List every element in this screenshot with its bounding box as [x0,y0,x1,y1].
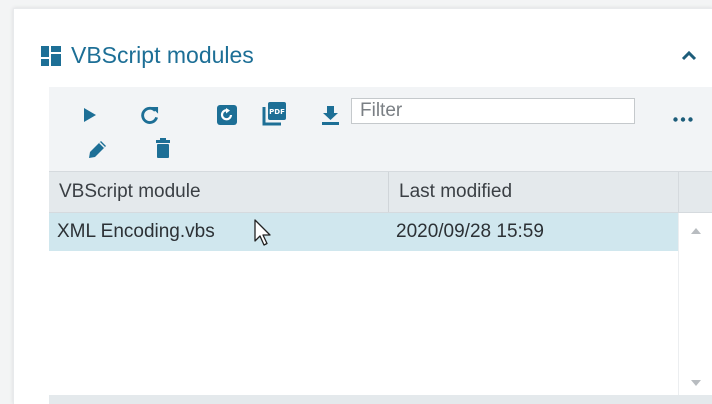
play-icon[interactable] [83,107,97,123]
column-header-module[interactable]: VBScript module [59,172,201,212]
scroll-down-arrow-icon[interactable] [690,379,702,387]
table-header: VBScript module Last modified [49,171,712,213]
toolbar: PDF [49,87,712,171]
svg-text:PDF: PDF [269,108,285,116]
vertical-scrollbar[interactable] [678,213,712,403]
column-header-last-modified[interactable]: Last modified [399,172,512,212]
panel-title: VBScript modules [71,42,254,68]
panel-header: VBScript modules [14,9,712,89]
edit-icon[interactable] [88,139,108,159]
scroll-up-arrow-icon[interactable] [690,227,702,235]
pdf-icon[interactable]: PDF [262,102,286,126]
more-icon[interactable] [673,117,693,122]
dashboard-icon [41,46,61,66]
vbscript-modules-panel: VBScript modules PDF Filter VBScript mod… [13,8,712,404]
filter-input[interactable] [351,98,635,124]
chevron-up-icon[interactable] [681,49,697,61]
restore-icon[interactable] [217,105,237,125]
download-icon[interactable] [322,106,339,125]
delete-icon[interactable] [156,138,170,158]
refresh-icon[interactable] [140,106,159,125]
table-row[interactable]: XML Encoding.vbs 2020/09/28 15:59 [49,213,678,251]
column-divider[interactable] [388,172,389,212]
module-name-cell: XML Encoding.vbs [57,221,215,242]
modules-table: VBScript module Last modified XML Encodi… [49,171,712,404]
header-scrollbar-spacer [678,172,712,212]
last-modified-cell: 2020/09/28 15:59 [396,221,544,242]
mouse-cursor-icon [254,219,271,246]
